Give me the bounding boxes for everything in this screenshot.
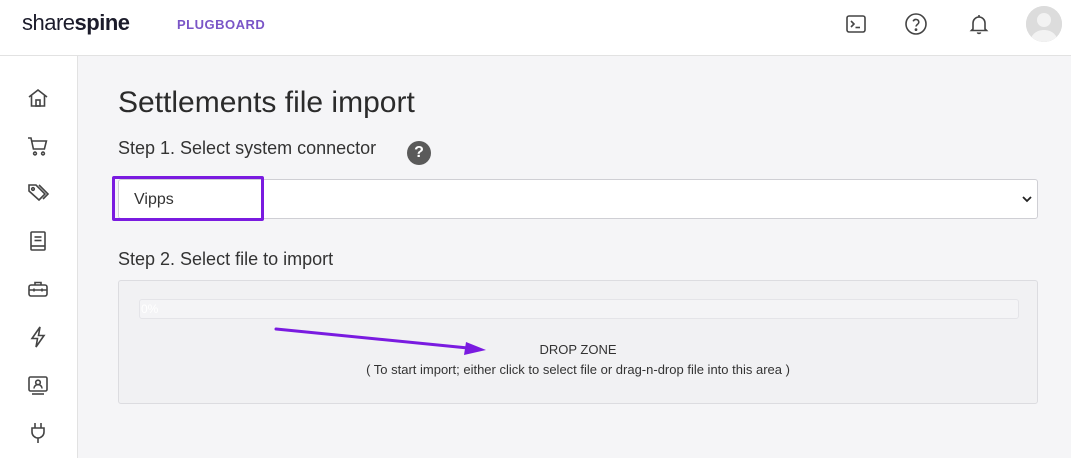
plug-icon[interactable] [26,421,50,445]
logo-text-spine: spine [74,10,130,35]
connector-selected-value: Vipps [134,191,174,208]
upload-progress-label: 0% [141,302,159,316]
product-name: PLUGBOARD [177,17,266,32]
user-avatar[interactable] [1026,6,1062,42]
file-drop-zone[interactable]: 0% DROP ZONE ( To start import; either c… [118,280,1038,404]
terminal-icon[interactable] [844,12,868,36]
top-bar: sharespine PLUGBOARD [0,0,1071,56]
lightning-icon[interactable] [26,325,50,349]
page-title: Settlements file import [118,86,415,119]
book-icon[interactable] [26,229,50,253]
logo-text-share: share [22,10,75,35]
connector-select[interactable]: Vipps [118,179,1038,219]
cart-icon[interactable] [26,134,50,158]
upload-progress-bar: 0% [139,299,1019,319]
drop-zone-title: DROP ZONE [539,342,617,357]
step2-label: Step 2. Select file to import [118,249,334,269]
tags-icon[interactable] [26,181,50,205]
bell-icon[interactable] [967,12,991,36]
contacts-icon[interactable] [26,373,50,397]
help-icon[interactable] [904,12,928,36]
drop-zone-instructions: ( To start import; either click to selec… [366,362,790,377]
connector-help-icon[interactable]: ? [407,141,431,165]
sharespine-logo[interactable]: sharespine [22,10,130,36]
home-icon[interactable] [26,86,50,110]
step1-label: Step 1. Select system connector [118,138,377,158]
toolbox-icon[interactable] [26,277,50,301]
sidebar-nav [0,56,78,458]
chevron-down-icon [1022,196,1032,203]
